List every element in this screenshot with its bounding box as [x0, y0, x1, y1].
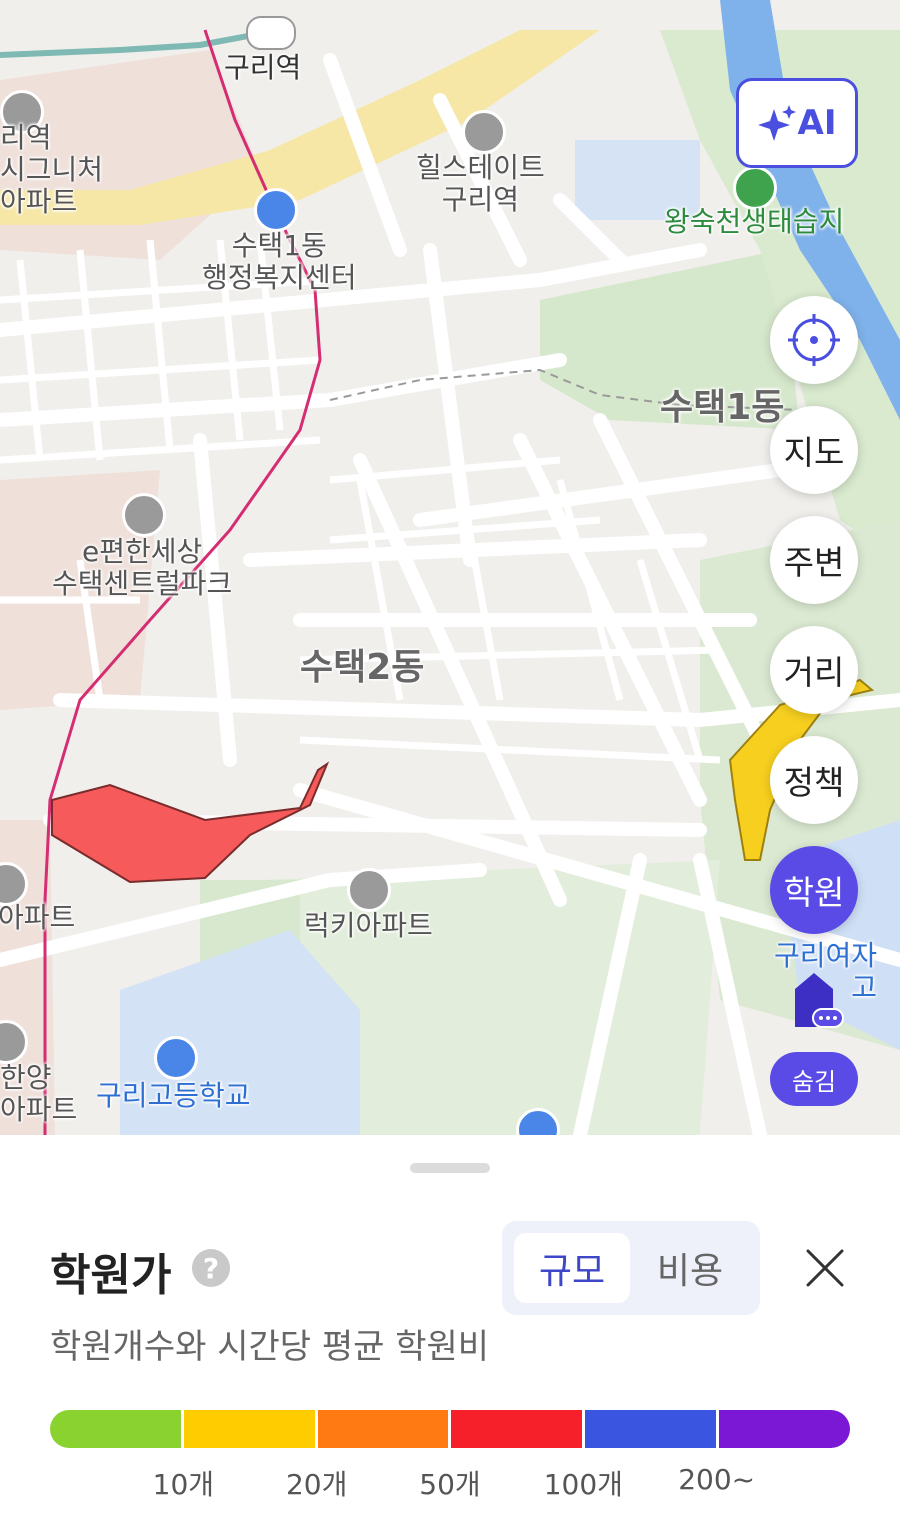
- scale-segment: [50, 1410, 184, 1448]
- station-icon: [246, 16, 296, 50]
- map-label-line: 수택1동: [231, 229, 327, 262]
- park-icon: [733, 166, 777, 210]
- close-icon[interactable]: [800, 1243, 850, 1293]
- hide-layer-icon-button[interactable]: [770, 956, 858, 1044]
- scale-segment: [585, 1410, 720, 1448]
- sheet-subtitle: 학원개수와 시간당 평균 학원비: [50, 1327, 490, 1367]
- map-view[interactable]: 구리역 리역 시그니처 아파트 힐스테이트 구리역 왕숙천생태습지 수택1동 행…: [0, 0, 900, 1135]
- sparkle-icon: [757, 105, 796, 141]
- color-scale: [50, 1410, 850, 1448]
- map-label-signature[interactable]: 리역 시그니처 아파트: [0, 122, 103, 218]
- map-label-hanyang[interactable]: 한양 아파트: [0, 1062, 77, 1126]
- map-label-lucky-apt[interactable]: 럭키아파트: [304, 910, 433, 942]
- layer-button-academy[interactable]: 학원: [770, 846, 858, 934]
- map-label-sutaek1-center[interactable]: 수택1동 행정복지센터: [202, 230, 357, 294]
- map-label-line: 리역: [0, 121, 52, 154]
- map-label-line: 아파트: [0, 185, 78, 218]
- map-label-line: 힐스테이트: [416, 151, 545, 184]
- map-label-sutaek2: 수택2동: [300, 647, 425, 688]
- apartment-icon: [462, 110, 506, 154]
- toggle-cost[interactable]: 비용: [632, 1233, 748, 1303]
- locate-button[interactable]: [770, 296, 858, 384]
- ai-button-label: AI: [797, 103, 837, 143]
- apartment-icon: [122, 493, 166, 537]
- crosshair-icon: [788, 314, 840, 366]
- sheet-drag-handle[interactable]: [410, 1163, 490, 1173]
- map-label-line: 시그니처: [0, 153, 104, 186]
- map-label-sutaek1: 수택1동: [660, 387, 785, 428]
- scale-tick-label: 200~: [678, 1463, 756, 1496]
- map-label-line: 수택센트럴파크: [52, 567, 233, 600]
- layer-button-distance[interactable]: 거리: [770, 626, 858, 714]
- map-label-line: 한양: [0, 1061, 52, 1094]
- map-label-line: 행정복지센터: [202, 261, 357, 294]
- hide-button[interactable]: 숨김: [770, 1052, 858, 1106]
- government-office-icon: [254, 188, 298, 232]
- sheet-title: 학원가: [50, 1250, 172, 1301]
- house-chat-icon: [795, 973, 844, 1028]
- map-label-wangsuk[interactable]: 왕숙천생태습지: [664, 206, 844, 238]
- ai-button[interactable]: AI: [736, 78, 858, 168]
- scale-tick-label: 10개: [152, 1468, 215, 1501]
- map-label-guri-station[interactable]: 구리역: [224, 52, 301, 84]
- scale-tick-label: 20개: [285, 1468, 348, 1501]
- map-label-epyeon[interactable]: e편한세상 수택센트럴파크: [52, 536, 232, 600]
- map-label-line: e편한세상: [82, 535, 203, 568]
- map-label-line: 구리역: [441, 183, 520, 216]
- map-label-guri-high[interactable]: 구리고등학교: [96, 1080, 251, 1112]
- apartment-icon: [347, 868, 391, 912]
- metric-toggle: 규모 비용: [502, 1221, 760, 1315]
- scale-segment: [183, 1410, 318, 1448]
- map-label-hillstate[interactable]: 힐스테이트 구리역: [416, 152, 545, 216]
- school-icon: [154, 1036, 198, 1080]
- bottom-sheet: 학원가 ? 규모 비용 학원개수와 시간당 평균 학원비 10개 20개 50개 10…: [0, 1135, 900, 1521]
- layer-button-nearby[interactable]: 주변: [770, 516, 858, 604]
- scale-segment: [317, 1410, 452, 1448]
- scale-tick-label: 100개: [543, 1468, 623, 1501]
- scale-segment: [451, 1410, 586, 1448]
- scale-segment: [719, 1410, 850, 1448]
- layer-button-policy[interactable]: 정책: [770, 736, 858, 824]
- layer-button-map[interactable]: 지도: [770, 406, 858, 494]
- toggle-size[interactable]: 규모: [514, 1233, 630, 1303]
- map-label-apartment-left[interactable]: 아파트: [0, 902, 75, 934]
- scale-tick-label: 50개: [419, 1468, 481, 1501]
- map-label-line: 아파트: [0, 1093, 78, 1126]
- help-icon[interactable]: ?: [192, 1249, 230, 1287]
